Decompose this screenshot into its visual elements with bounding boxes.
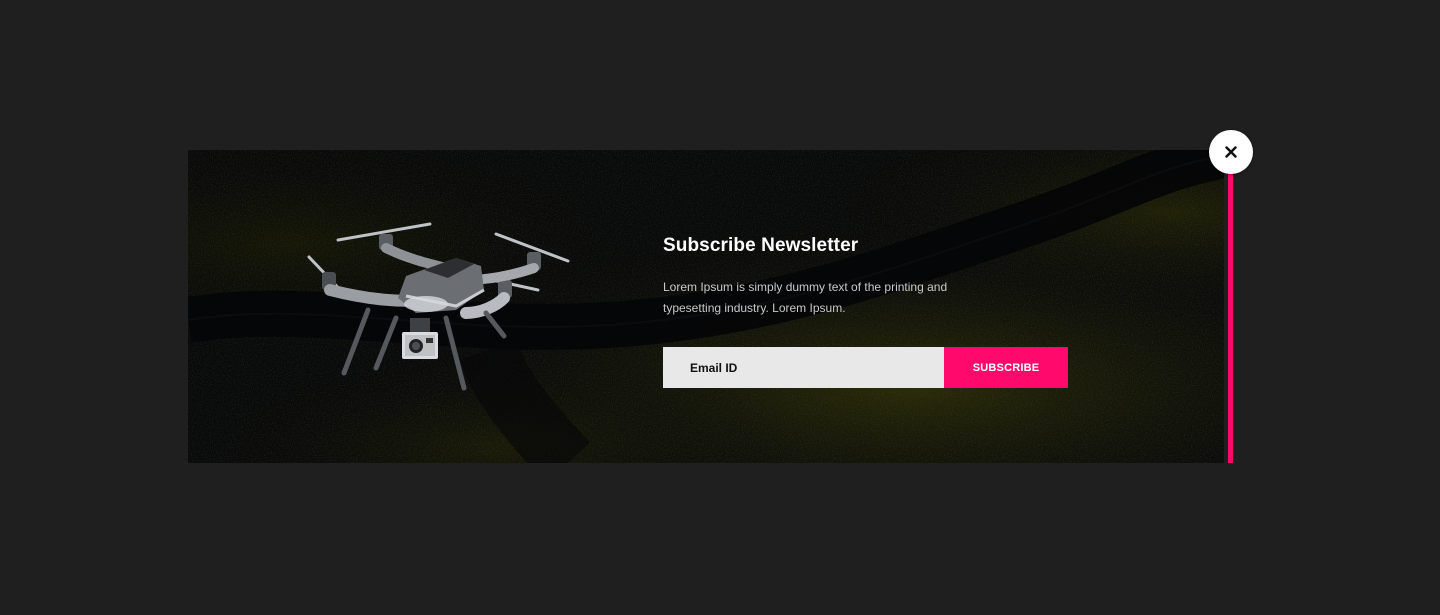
newsletter-popup: Subscribe Newsletter Lorem Ipsum is simp…: [188, 150, 1224, 463]
page-backdrop: Subscribe Newsletter Lorem Ipsum is simp…: [0, 0, 1440, 615]
subscribe-button[interactable]: SUBSCRIBE: [944, 347, 1068, 388]
accent-bar: [1228, 172, 1233, 463]
newsletter-title: Subscribe Newsletter: [663, 235, 859, 256]
email-input[interactable]: [663, 347, 944, 388]
drone-image: [307, 222, 570, 391]
newsletter-content: Subscribe Newsletter Lorem Ipsum is simp…: [663, 234, 1083, 388]
subscribe-form: SUBSCRIBE: [663, 347, 1068, 388]
close-icon: [1225, 146, 1237, 158]
close-button[interactable]: [1209, 130, 1253, 174]
newsletter-description: Lorem Ipsum is simply dummy text of the …: [663, 280, 948, 315]
